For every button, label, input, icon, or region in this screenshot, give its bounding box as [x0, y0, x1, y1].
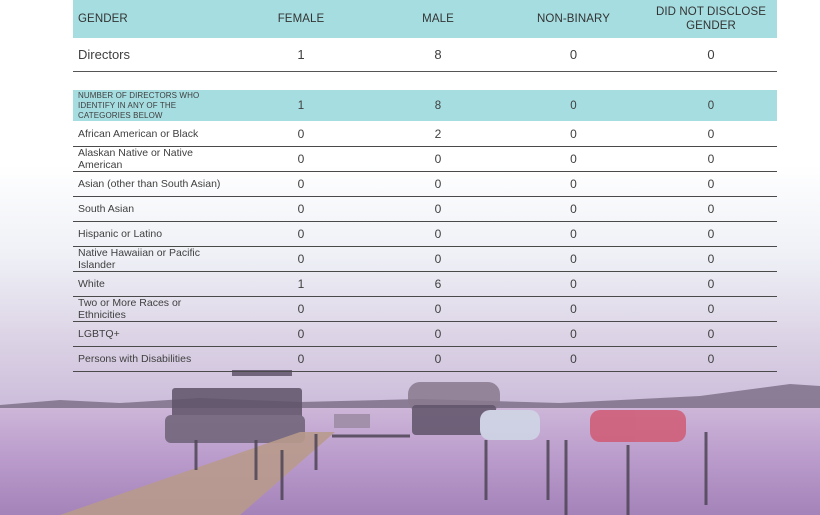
row-label: Native Hawaiian or Pacific Islander	[73, 246, 228, 272]
table-row: Two or More Races or Ethnicities 0 0 0 0	[73, 296, 777, 322]
header-did-not-disclose: DID NOT DISCLOSE GENDER	[645, 0, 777, 38]
table-row: Asian (other than South Asian) 0 0 0 0	[73, 171, 777, 197]
category-rows: African American or Black 0 2 0 0 Alaskan Nat…	[73, 121, 777, 372]
row-female: 1	[228, 271, 374, 297]
row-female: 0	[228, 321, 374, 347]
row-not-disclosed: 0	[645, 171, 777, 197]
row-label: South Asian	[73, 196, 228, 222]
row-non-binary: 0	[502, 321, 645, 347]
row-non-binary: 0	[502, 346, 645, 372]
row-label: Asian (other than South Asian)	[73, 171, 228, 197]
row-label: Persons with Disabilities	[73, 346, 228, 372]
table-row: White 1 6 0 0	[73, 271, 777, 297]
row-male: 2	[374, 121, 502, 147]
directors-non-binary: 0	[502, 38, 645, 72]
row-non-binary: 0	[502, 221, 645, 247]
row-non-binary: 0	[502, 271, 645, 297]
row-female: 0	[228, 171, 374, 197]
row-female: 0	[228, 196, 374, 222]
row-male: 0	[374, 346, 502, 372]
row-not-disclosed: 0	[645, 146, 777, 172]
subheader-male: 8	[374, 90, 502, 121]
row-not-disclosed: 0	[645, 271, 777, 297]
spacer-row	[73, 72, 777, 91]
row-non-binary: 0	[502, 146, 645, 172]
row-male: 0	[374, 246, 502, 272]
row-male: 0	[374, 196, 502, 222]
row-not-disclosed: 0	[645, 296, 777, 322]
row-label: White	[73, 271, 228, 297]
row-male: 0	[374, 171, 502, 197]
subheader-female: 1	[228, 90, 374, 121]
row-label: Hispanic or Latino	[73, 221, 228, 247]
table-row: Alaskan Native or Native American 0 0 0 0	[73, 146, 777, 172]
row-male: 0	[374, 296, 502, 322]
row-female: 0	[228, 146, 374, 172]
row-not-disclosed: 0	[645, 121, 777, 147]
directors-female: 1	[228, 38, 374, 72]
row-male: 0	[374, 321, 502, 347]
directors-label: Directors	[73, 38, 228, 72]
row-not-disclosed: 0	[645, 196, 777, 222]
row-male: 0	[374, 146, 502, 172]
row-male: 0	[374, 221, 502, 247]
row-label: LGBTQ+	[73, 321, 228, 347]
table-row: South Asian 0 0 0 0	[73, 196, 777, 222]
diversity-table: GENDER FEMALE MALE NON-BINARY DID NOT DI…	[73, 0, 777, 372]
subheader-not-disclosed: 0	[645, 90, 777, 121]
row-label: Two or More Races or Ethnicities	[73, 296, 228, 322]
header-row: GENDER FEMALE MALE NON-BINARY DID NOT DI…	[73, 0, 777, 38]
row-non-binary: 0	[502, 196, 645, 222]
row-not-disclosed: 0	[645, 221, 777, 247]
subheader-label: NUMBER OF DIRECTORS WHO IDENTIFY IN ANY …	[73, 90, 228, 121]
row-not-disclosed: 0	[645, 321, 777, 347]
table-row: African American or Black 0 2 0 0	[73, 121, 777, 147]
directors-row: Directors 1 8 0 0	[73, 38, 777, 72]
row-not-disclosed: 0	[645, 246, 777, 272]
row-male: 6	[374, 271, 502, 297]
directors-male: 8	[374, 38, 502, 72]
row-non-binary: 0	[502, 296, 645, 322]
header-non-binary: NON-BINARY	[502, 0, 645, 38]
row-label: African American or Black	[73, 121, 228, 147]
row-female: 0	[228, 346, 374, 372]
row-female: 0	[228, 221, 374, 247]
row-non-binary: 0	[502, 171, 645, 197]
row-non-binary: 0	[502, 246, 645, 272]
row-not-disclosed: 0	[645, 346, 777, 372]
table-row: Native Hawaiian or Pacific Islander 0 0 0 0	[73, 246, 777, 272]
row-non-binary: 0	[502, 121, 645, 147]
row-female: 0	[228, 121, 374, 147]
row-female: 0	[228, 246, 374, 272]
table-row: Persons with Disabilities 0 0 0 0	[73, 346, 777, 372]
directors-not-disclosed: 0	[645, 38, 777, 72]
row-female: 0	[228, 296, 374, 322]
subheader-non-binary: 0	[502, 90, 645, 121]
header-gender: GENDER	[73, 0, 228, 38]
header-female: FEMALE	[228, 0, 374, 38]
table-row: Hispanic or Latino 0 0 0 0	[73, 221, 777, 247]
header-male: MALE	[374, 0, 502, 38]
board-diversity-matrix: GENDER FEMALE MALE NON-BINARY DID NOT DI…	[73, 0, 777, 372]
table-row: LGBTQ+ 0 0 0 0	[73, 321, 777, 347]
row-label: Alaskan Native or Native American	[73, 146, 228, 172]
subheader-row: NUMBER OF DIRECTORS WHO IDENTIFY IN ANY …	[73, 90, 777, 121]
